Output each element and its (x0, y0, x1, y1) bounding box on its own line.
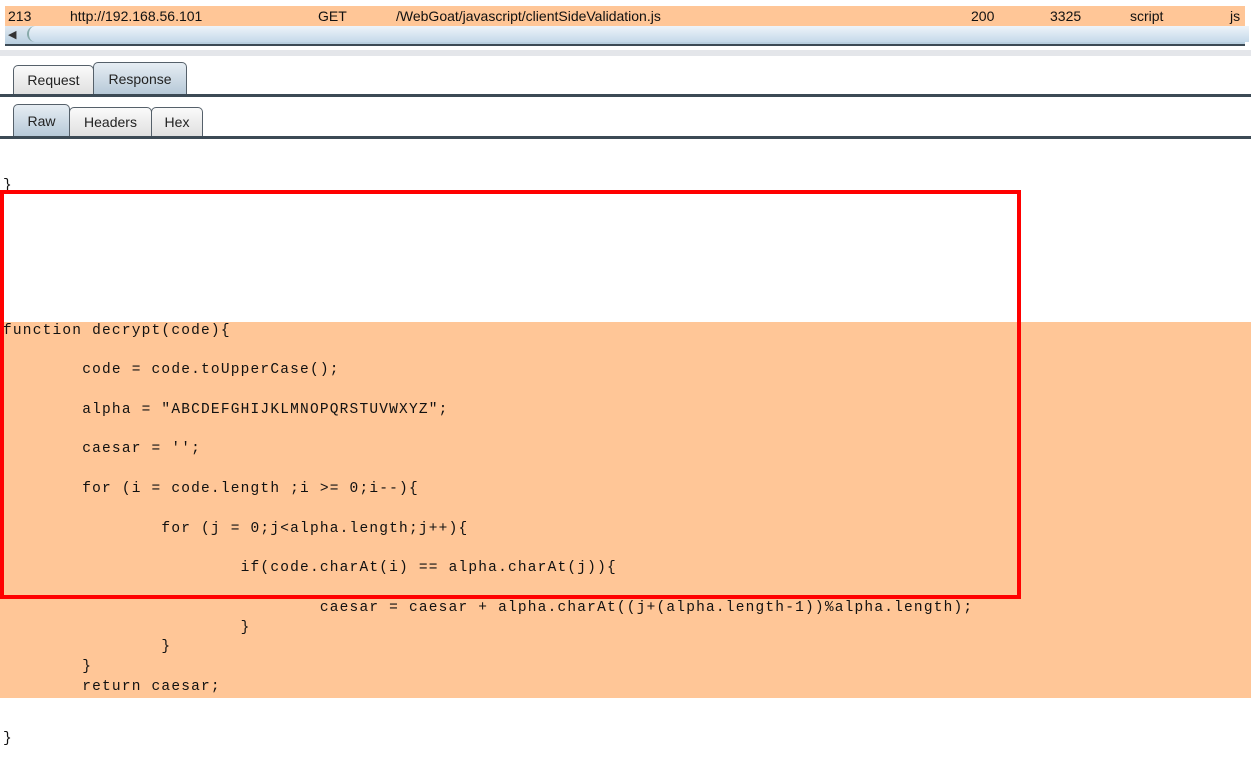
history-row-selected[interactable]: 213 http://192.168.56.101 GET /WebGoat/j… (5, 6, 1245, 26)
message-tabs: Request Response (0, 62, 1251, 97)
row-host: http://192.168.56.101 (70, 8, 203, 24)
code-line: alpha = "ABCDEFGHIJKLMNOPQRSTUVWXYZ"; (3, 401, 449, 418)
code-line: return caesar; (3, 678, 221, 695)
code-line: for (j = 0;j<alpha.length;j++){ (3, 520, 469, 537)
tab-headers[interactable]: Headers (69, 107, 152, 136)
row-mime: script (1130, 8, 1164, 24)
code-line: for (i = code.length ;i >= 0;i--){ (3, 480, 419, 497)
row-url: /WebGoat/javascript/clientSideValidation… (396, 8, 661, 24)
split-divider[interactable] (0, 50, 1251, 56)
code-line: caesar = ''; (3, 441, 202, 458)
horizontal-scrollbar[interactable]: ◀ (5, 26, 1249, 46)
code-line: code = code.toUpperCase(); (3, 362, 340, 379)
row-status: 200 (971, 8, 995, 24)
row-method: GET (318, 8, 347, 24)
code-line: function decrypt(code){ (3, 322, 231, 339)
highlighted-code: function decrypt(code){ code = code.toUp… (0, 321, 1251, 698)
code-line: if(code.charAt(i) == alpha.charAt(j)){ (3, 560, 617, 577)
view-tabs: Raw Headers Hex (0, 104, 1251, 139)
code-line: } (3, 639, 172, 656)
scroll-left-icon[interactable]: ◀ (8, 28, 16, 41)
tab-response[interactable]: Response (93, 62, 187, 94)
row-id: 213 (8, 8, 32, 24)
code-line: } (3, 730, 13, 747)
code-line: caesar = caesar + alpha.charAt((j+(alpha… (3, 599, 974, 616)
tab-hex[interactable]: Hex (151, 107, 203, 136)
code-line: } (3, 659, 93, 676)
tab-raw[interactable]: Raw (13, 104, 70, 136)
row-ext: js (1230, 8, 1241, 24)
code-line: } (3, 178, 13, 194)
response-body[interactable]: } function decrypt(code){ code = code.to… (0, 145, 1251, 766)
tab-request[interactable]: Request (13, 65, 94, 94)
code-line: } (3, 619, 251, 636)
row-length: 3325 (1050, 8, 1082, 24)
scrollbar-thumb[interactable] (27, 26, 1249, 42)
